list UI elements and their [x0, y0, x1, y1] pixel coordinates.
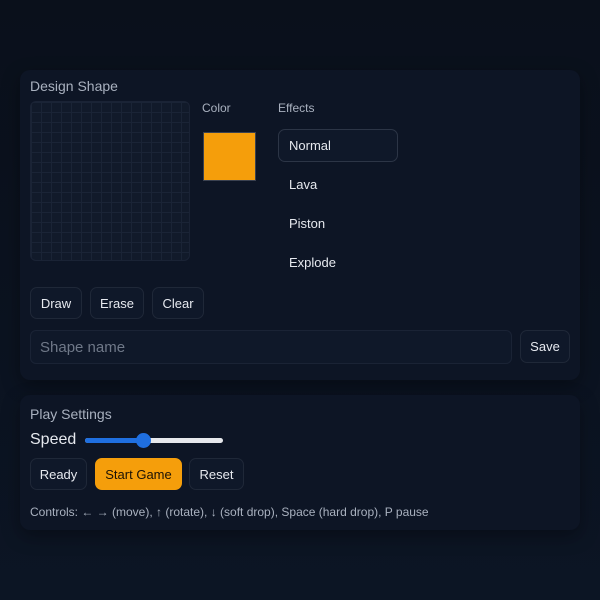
- effects-label: Effects: [278, 101, 315, 115]
- design-shape-title: Design Shape: [30, 78, 118, 94]
- save-button[interactable]: Save: [520, 330, 570, 363]
- draw-button[interactable]: Draw: [30, 287, 82, 319]
- start-game-button[interactable]: Start Game: [95, 458, 182, 490]
- effects-list: Normal Lava Piston Explode: [278, 129, 398, 285]
- erase-button[interactable]: Erase: [90, 287, 144, 319]
- effect-explode[interactable]: Explode: [278, 246, 398, 279]
- speed-slider[interactable]: [85, 432, 223, 448]
- color-swatch[interactable]: [203, 132, 256, 181]
- ready-button[interactable]: Ready: [30, 458, 87, 490]
- shape-drawing-grid[interactable]: [30, 101, 190, 261]
- shape-name-input[interactable]: [30, 330, 512, 364]
- speed-slider-thumb[interactable]: [135, 433, 151, 448]
- controls-help-text: Controls: ← → (move), ↑ (rotate), ↓ (sof…: [30, 505, 429, 519]
- clear-button[interactable]: Clear: [152, 287, 204, 319]
- play-settings-panel: Play Settings Speed Ready Start Game Res…: [20, 395, 580, 530]
- effect-lava[interactable]: Lava: [278, 168, 398, 201]
- play-settings-title: Play Settings: [30, 406, 112, 422]
- color-label: Color: [202, 101, 231, 115]
- speed-label: Speed: [30, 431, 77, 448]
- effect-piston[interactable]: Piston: [278, 207, 398, 240]
- effect-normal[interactable]: Normal: [278, 129, 398, 162]
- design-shape-panel: Design Shape Color Effects Normal Lava P…: [20, 70, 580, 380]
- speed-slider-fill: [85, 438, 143, 443]
- reset-button[interactable]: Reset: [189, 458, 244, 490]
